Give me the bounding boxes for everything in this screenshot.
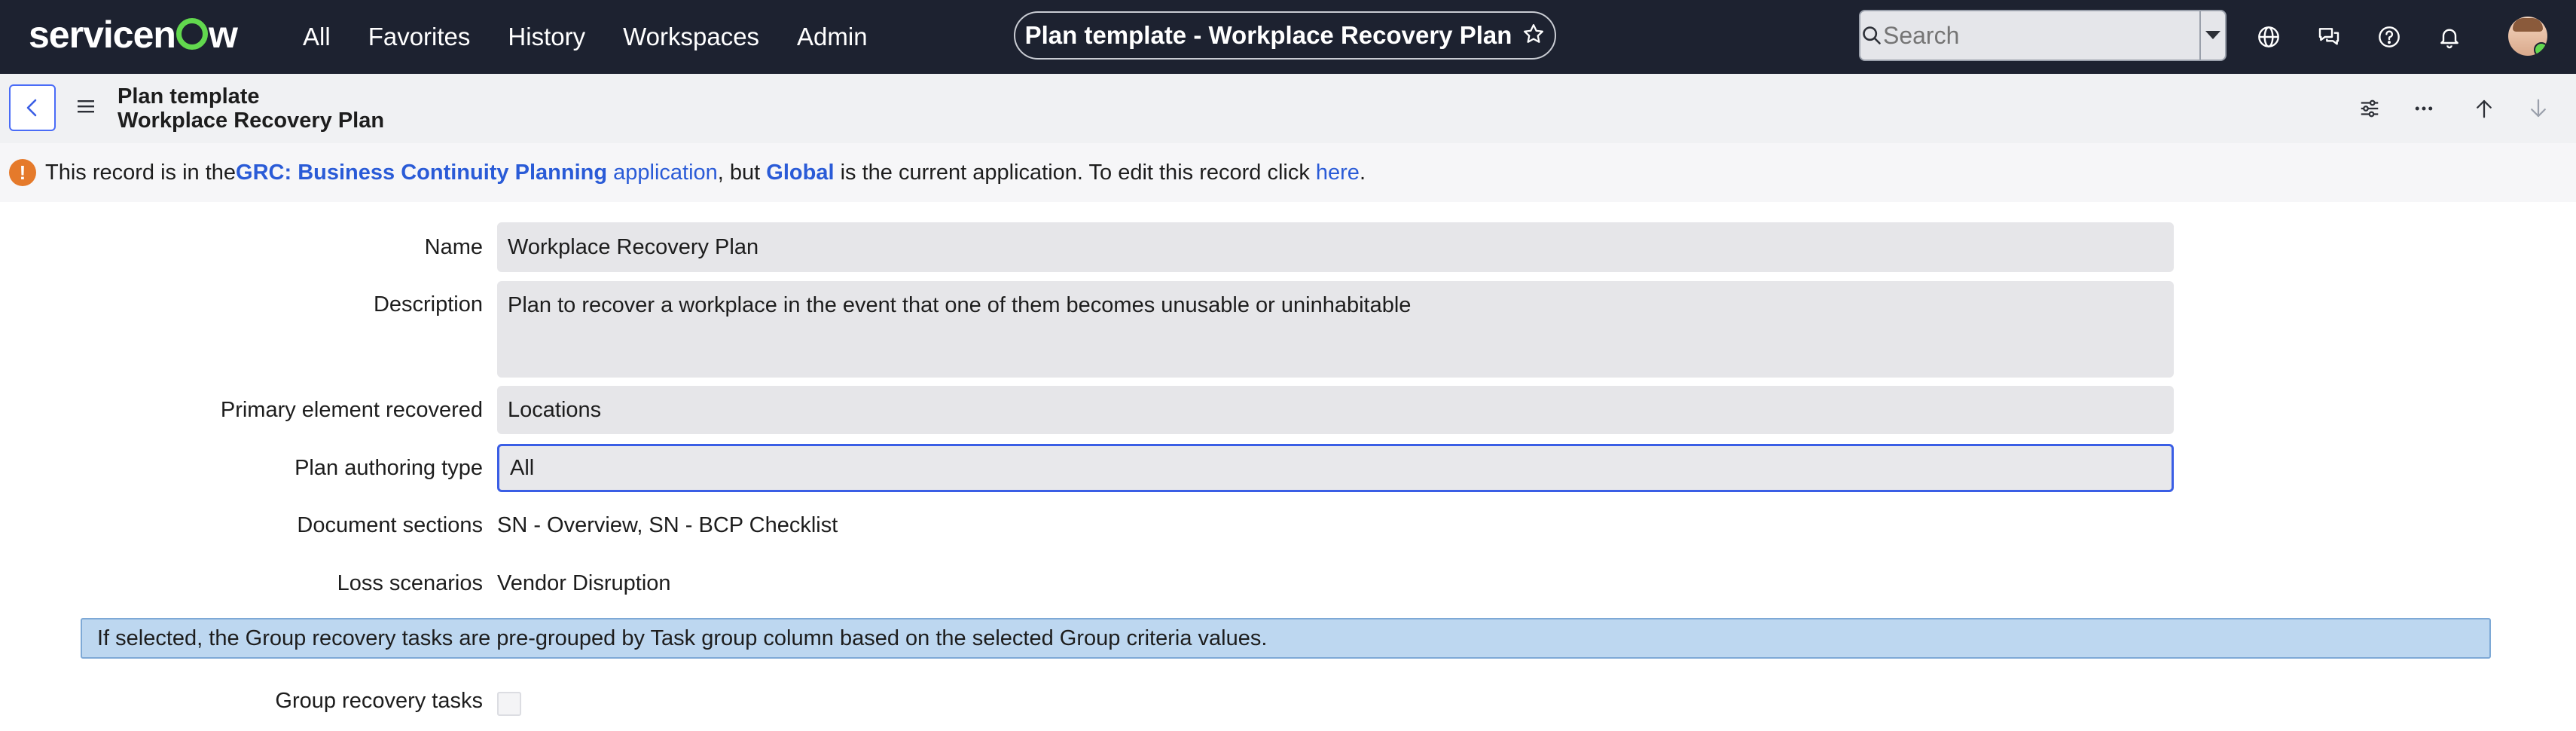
loss-scenarios-value[interactable]: Vendor Disruption — [497, 571, 671, 596]
globe-icon[interactable] — [2252, 20, 2285, 54]
global-search — [1859, 10, 2227, 61]
plan-authoring-type-label: Plan authoring type — [295, 456, 483, 480]
nav-workspaces[interactable]: Workspaces — [623, 23, 759, 51]
search-input[interactable] — [1882, 11, 2199, 60]
search-icon — [1860, 25, 1883, 46]
warning-icon: ! — [9, 159, 36, 186]
context-menu-icon[interactable] — [75, 96, 96, 120]
logo-text-end: w — [208, 14, 238, 56]
nav-favorites[interactable]: Favorites — [368, 23, 471, 51]
chevron-left-icon — [26, 99, 37, 117]
scope-warning-banner: ! This record is in the GRC: Business Co… — [0, 143, 2576, 202]
group-recovery-tasks-checkbox[interactable] — [497, 692, 521, 716]
primary-element-label: Primary element recovered — [220, 398, 483, 422]
description-label: Description — [373, 292, 483, 317]
logo-text: servicen — [29, 14, 176, 56]
avatar[interactable] — [2508, 17, 2547, 56]
primary-element-field[interactable]: Locations — [497, 386, 2174, 434]
form-header: Plan template Workplace Recovery Plan — [0, 74, 2576, 143]
banner-text-1: This record is in the — [45, 160, 237, 185]
form-title: Plan template Workplace Recovery Plan — [118, 84, 384, 133]
search-scope-dropdown[interactable] — [2199, 11, 2225, 60]
back-button[interactable] — [9, 84, 56, 131]
plan-authoring-type-select[interactable]: All — [497, 444, 2174, 492]
banner-text-2: , but — [717, 160, 767, 185]
top-navigation: servicen w All Favorites History Workspac… — [0, 0, 2576, 74]
servicenow-logo[interactable]: servicen w — [29, 11, 238, 59]
logo-o-icon — [175, 18, 208, 50]
context-title: Plan template - Workplace Recovery Plan — [1024, 21, 1512, 49]
loss-scenarios-label: Loss scenarios — [337, 571, 483, 595]
name-label: Name — [424, 235, 483, 259]
context-title-pill[interactable]: Plan template - Workplace Recovery Plan — [1014, 11, 1556, 60]
banner-scope-link[interactable]: Global — [766, 161, 834, 185]
group-recovery-tasks-label: Group recovery tasks — [275, 689, 483, 713]
nav-menu: All Favorites History Workspaces Admin — [303, 0, 905, 74]
name-field[interactable]: Workplace Recovery Plan — [497, 222, 2174, 272]
help-icon[interactable] — [2373, 20, 2406, 54]
banner-app-word-link[interactable]: application — [607, 161, 718, 185]
star-icon[interactable] — [1522, 23, 1545, 49]
chat-icon[interactable] — [2312, 20, 2346, 54]
caret-down-icon — [2205, 31, 2220, 39]
settings-sliders-icon[interactable] — [2355, 93, 2385, 124]
document-sections-label: Document sections — [297, 513, 483, 537]
arrow-up-icon[interactable] — [2469, 93, 2499, 124]
arrow-down-icon[interactable] — [2523, 93, 2553, 124]
nav-admin[interactable]: Admin — [797, 23, 868, 51]
banner-edit-link[interactable]: here — [1316, 161, 1360, 185]
bell-icon[interactable] — [2433, 20, 2466, 54]
nav-all[interactable]: All — [303, 23, 331, 51]
form-title-record: Workplace Recovery Plan — [118, 109, 385, 133]
document-sections-value[interactable]: SN - Overview, SN - BCP Checklist — [497, 513, 838, 538]
form-title-type: Plan template — [118, 84, 260, 109]
banner-text-4: . — [1359, 160, 1366, 185]
presence-dot — [2534, 42, 2547, 56]
avatar-hair — [2513, 18, 2543, 32]
banner-text-3: is the current application. To edit this… — [834, 160, 1316, 185]
banner-app-link[interactable]: GRC: Business Continuity Planning — [236, 161, 607, 185]
nav-history[interactable]: History — [508, 23, 585, 51]
group-tasks-hint: If selected, the Group recovery tasks ar… — [81, 618, 2491, 659]
more-icon[interactable] — [2409, 93, 2439, 124]
description-field[interactable]: Plan to recover a workplace in the event… — [497, 281, 2174, 378]
